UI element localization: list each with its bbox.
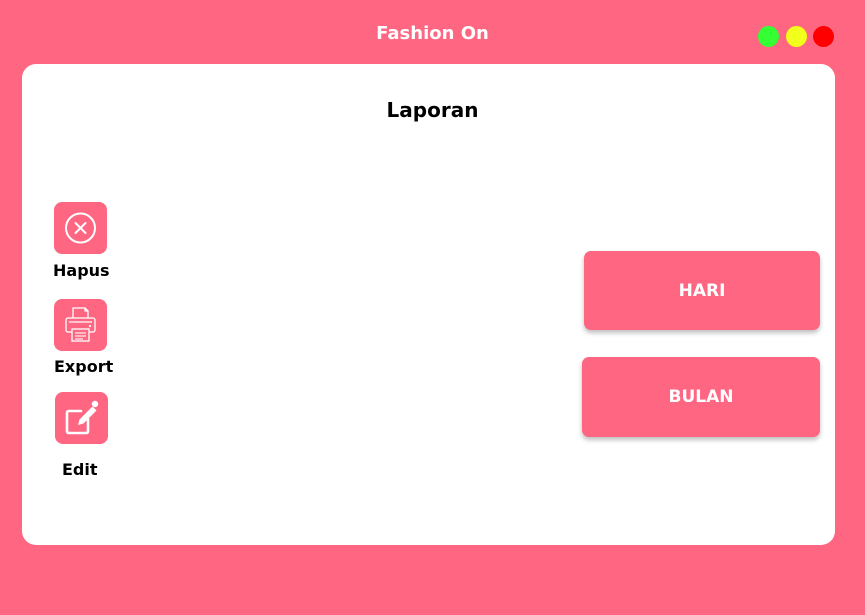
printer-icon xyxy=(65,307,96,342)
delete-label: Hapus xyxy=(53,261,110,280)
edit-icon xyxy=(65,400,99,435)
page-title: Laporan xyxy=(386,98,479,122)
delete-button[interactable] xyxy=(54,202,107,254)
minimize-button[interactable] xyxy=(786,26,807,47)
export-label: Export xyxy=(54,357,114,376)
close-circle-icon xyxy=(65,212,96,244)
edit-label: Edit xyxy=(62,460,98,479)
close-button[interactable] xyxy=(813,26,834,47)
export-button[interactable] xyxy=(54,299,107,351)
maximize-button[interactable] xyxy=(758,26,779,47)
daily-report-button[interactable]: HARI xyxy=(584,251,820,330)
monthly-report-button[interactable]: BULAN xyxy=(582,357,820,437)
edit-button[interactable] xyxy=(55,392,108,444)
app-title: Fashion On xyxy=(376,23,489,44)
